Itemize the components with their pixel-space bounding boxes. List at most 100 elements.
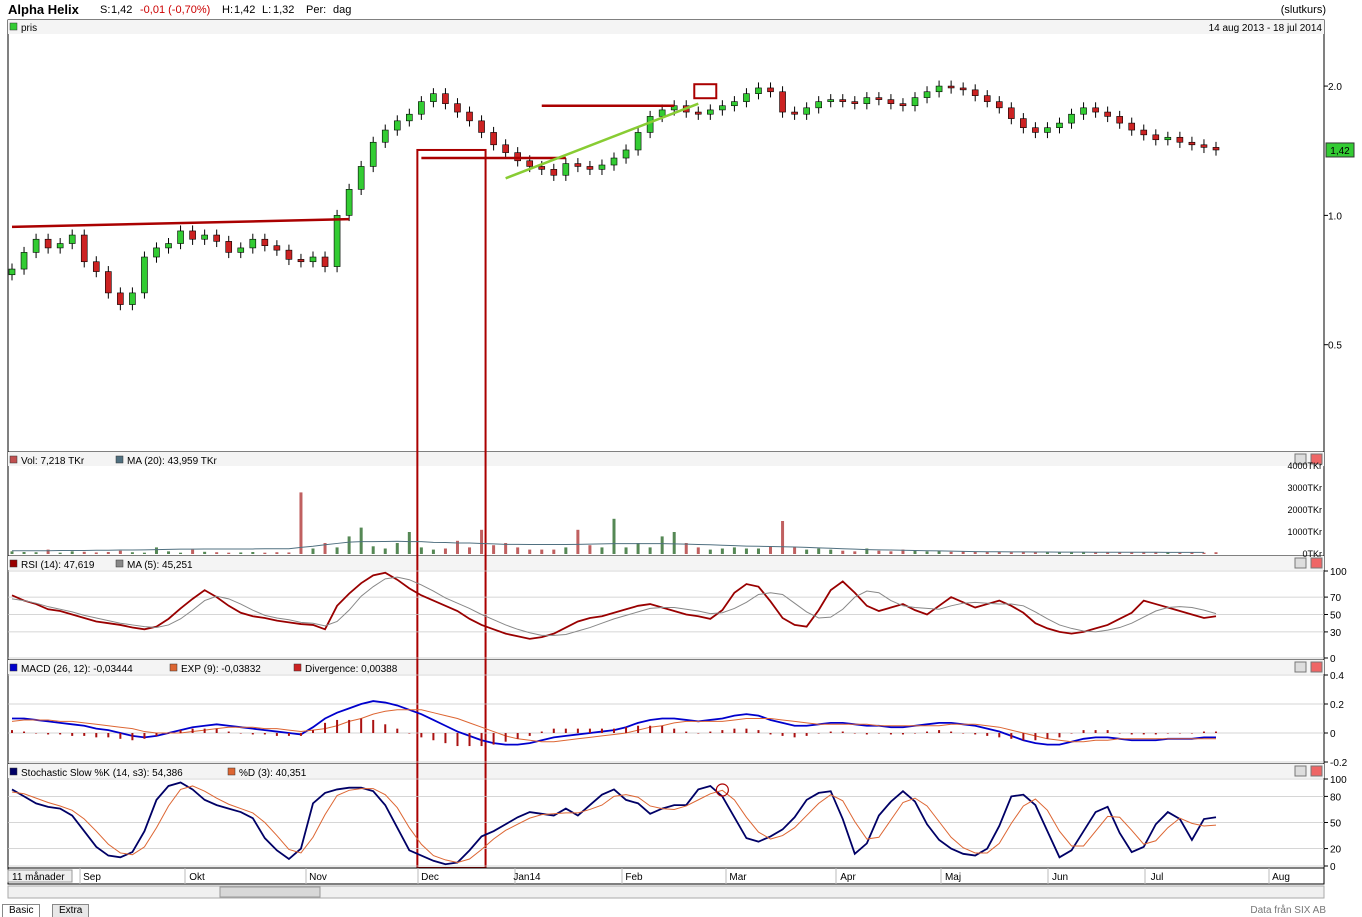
macd-divergence-bar	[11, 730, 13, 733]
candle-body	[357, 166, 365, 190]
candle-body	[1104, 111, 1111, 117]
panel-header-rsi	[8, 556, 1324, 570]
macd-divergence-bar	[23, 731, 26, 733]
candle-body	[345, 189, 353, 216]
macd-divergence-bar	[155, 733, 158, 736]
legend-macd: MACD (26, 12): -0,03444	[21, 664, 133, 675]
macd-divergence-bar	[1034, 733, 1037, 741]
macd-divergence-bar	[721, 730, 724, 733]
volume-bar	[347, 536, 351, 554]
macd-divergence-bar	[312, 730, 314, 733]
macd-divergence-bar	[901, 733, 904, 735]
candle-body	[1212, 147, 1220, 151]
candle-body	[92, 261, 100, 272]
candle-body	[80, 234, 88, 263]
volume-bar	[239, 552, 243, 554]
candle-body	[514, 152, 521, 162]
candle-body	[526, 160, 534, 167]
x-tick-label: Sep	[83, 872, 101, 883]
candle-body	[129, 292, 136, 305]
candle-body	[574, 163, 582, 167]
volume-bar	[624, 547, 628, 554]
volume-tick-label: 3000TKr	[1287, 483, 1322, 493]
macd-divergence-bar	[697, 733, 700, 734]
legend-macd-swatch	[9, 663, 18, 672]
x-tick-label: Jul	[1151, 872, 1164, 883]
legend-stoch-d: %D (3): 40,351	[239, 768, 307, 779]
candle-body	[634, 132, 642, 151]
range-label: 11 månader	[12, 871, 65, 883]
macd-tick-label: 0.4	[1330, 671, 1344, 682]
date-range: 14 aug 2013 - 18 jul 2014	[1209, 23, 1323, 34]
macd-divergence-bar	[600, 728, 603, 733]
x-tick-label: Jan14	[513, 872, 541, 883]
candle-body	[105, 271, 112, 294]
stoch-tick-label: 0	[1330, 862, 1336, 873]
legend-exp-swatch	[169, 663, 178, 672]
candle-body	[875, 97, 883, 100]
macd-divergence-bar	[998, 733, 1001, 738]
macd-divergence-bar	[420, 733, 423, 738]
x-tick-label: Feb	[625, 872, 643, 883]
macd-divergence-bar	[444, 733, 447, 744]
volume-bar	[576, 529, 580, 554]
macd-divergence-bar	[299, 733, 302, 736]
candle-body	[803, 107, 810, 115]
zoom-icon	[1294, 661, 1307, 673]
tab-basic[interactable]: Basic	[2, 904, 41, 917]
volume-bar	[407, 532, 411, 554]
stoch-tick-label: 20	[1330, 845, 1342, 856]
volume-bar	[263, 552, 267, 554]
volume-bar	[1082, 552, 1086, 554]
candle-body	[550, 169, 558, 176]
macd-divergence-bar	[564, 728, 567, 733]
stoch-tick-label: 80	[1330, 792, 1342, 803]
candle-body	[8, 268, 16, 276]
volume-bar	[215, 552, 219, 554]
candle-body	[947, 85, 955, 89]
candle-body	[731, 101, 738, 107]
volume-bar	[154, 547, 158, 554]
macd-divergence-bar	[588, 728, 591, 733]
candle-body	[935, 85, 943, 93]
candle-body	[32, 238, 40, 253]
zoom-icon	[1294, 557, 1307, 569]
macd-divergence-bar	[649, 725, 652, 733]
last-value-label: 1,42	[1330, 146, 1350, 157]
macd-divergence-bar	[59, 733, 62, 735]
legend-stoch-k: Stochastic Slow %K (14, s3): 54,386	[21, 768, 183, 779]
macd-divergence-bar	[1010, 733, 1013, 739]
macd-divergence-bar	[432, 733, 435, 741]
panel-frame-stoch	[7, 763, 1325, 869]
macd-divergence-bar	[769, 733, 772, 735]
legend-volume: Vol: 7,218 TKr	[21, 456, 85, 467]
rsi-tick-label: 30	[1330, 628, 1342, 639]
data-credit: Data från SIX AB	[1250, 905, 1326, 916]
candle-body	[767, 87, 774, 93]
macd-divergence-bar	[938, 730, 941, 733]
tab-extra[interactable]: Extra	[52, 904, 90, 917]
candle-body	[610, 157, 618, 166]
candle-body	[369, 141, 377, 167]
candle-body	[851, 101, 859, 104]
legend-price: pris	[21, 23, 37, 34]
candle-body	[1080, 107, 1087, 115]
candle-body	[1200, 144, 1208, 148]
macd-divergence-bar	[528, 733, 531, 736]
volume-bar	[853, 551, 857, 554]
volume-bar	[383, 548, 387, 554]
candle-body	[141, 256, 148, 294]
candle-body	[454, 103, 461, 113]
macd-divergence-bar	[950, 731, 953, 733]
volume-bar	[22, 552, 26, 554]
macd-divergence-bar	[360, 718, 363, 733]
volume-bar	[684, 543, 688, 554]
volume-bar	[70, 551, 74, 554]
macd-divergence-bar	[348, 719, 351, 733]
macd-divergence-bar	[613, 728, 615, 733]
volume-bar	[913, 550, 917, 554]
volume-bar	[106, 552, 110, 554]
macd-tick-label: -0.2	[1330, 758, 1348, 769]
volume-bar	[769, 546, 773, 554]
macd-divergence-bar	[47, 733, 50, 735]
